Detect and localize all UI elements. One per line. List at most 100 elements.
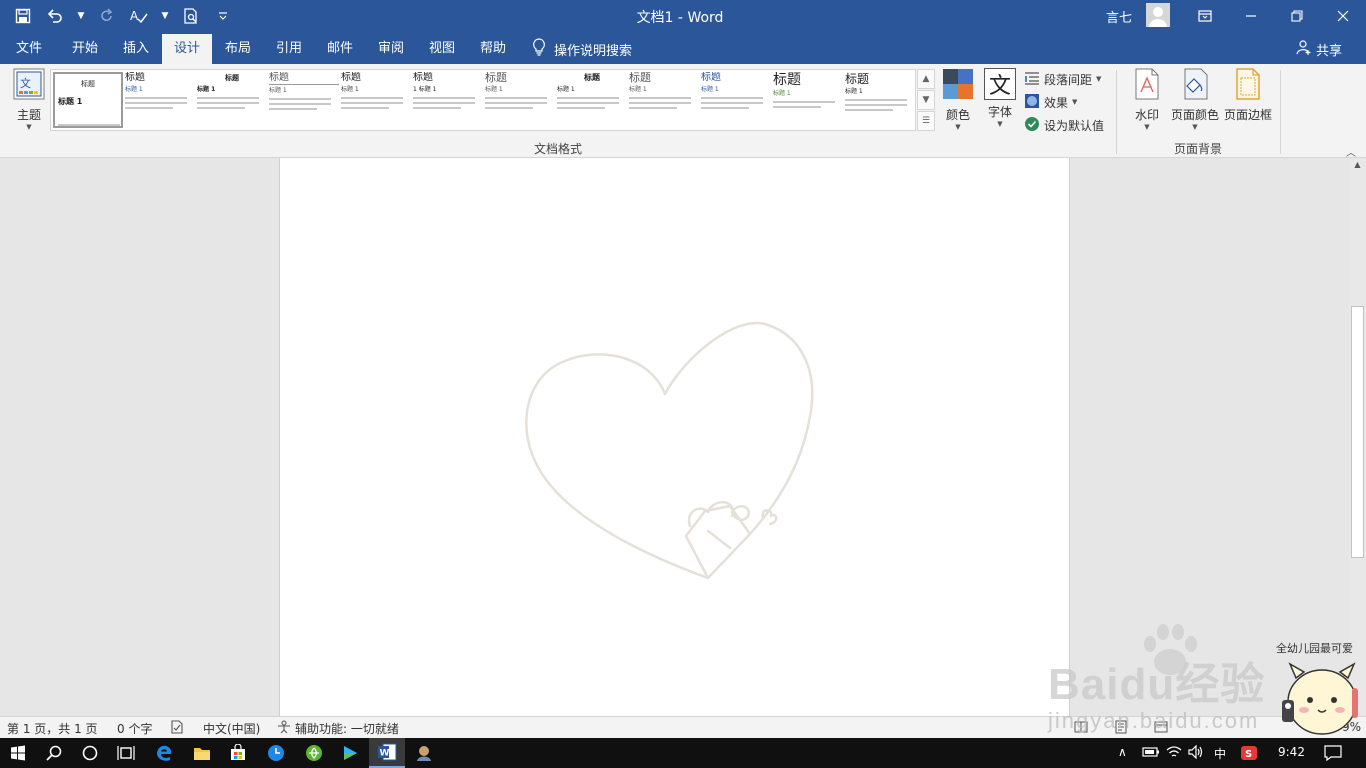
heart-watermark-image bbox=[525, 321, 814, 580]
gallery-scroll-up-icon[interactable]: ▲ bbox=[917, 69, 935, 89]
ime-indicator[interactable]: 中 bbox=[1214, 745, 1226, 762]
undo-icon[interactable] bbox=[42, 4, 68, 28]
tab-design[interactable]: 设计 bbox=[162, 34, 212, 64]
theme-colors-icon bbox=[942, 68, 974, 103]
file-explorer-icon[interactable] bbox=[184, 738, 220, 768]
battery-icon[interactable] bbox=[1142, 745, 1160, 762]
watermark-tag: 全幼儿园最可爱 bbox=[1276, 642, 1353, 655]
style-set-item[interactable]: 标题 标题 1 bbox=[197, 72, 267, 128]
style-set-text-line bbox=[197, 102, 259, 104]
theme-fonts-button[interactable]: 文 字体 ▼ bbox=[980, 68, 1020, 128]
svg-text:A: A bbox=[130, 9, 139, 23]
style-set-text-line bbox=[341, 97, 403, 99]
word-count[interactable]: 0 个字 bbox=[117, 720, 152, 737]
tab-help[interactable]: 帮助 bbox=[468, 34, 518, 64]
media-player-icon[interactable] bbox=[332, 738, 368, 768]
style-set-text-line bbox=[557, 107, 605, 109]
page-borders-button[interactable]: 页面边框 bbox=[1222, 68, 1274, 123]
sogou-ime-icon[interactable]: S bbox=[1240, 745, 1258, 764]
style-set-item[interactable]: 标题 标题 1 bbox=[845, 72, 915, 128]
style-set-item[interactable]: 标题 标题 1 bbox=[485, 72, 555, 128]
search-icon[interactable] bbox=[36, 738, 72, 768]
proofing-icon[interactable] bbox=[170, 720, 184, 737]
app-icon[interactable] bbox=[406, 738, 442, 768]
style-set-item[interactable]: 标题 标题 1 bbox=[629, 72, 699, 128]
print-preview-icon[interactable] bbox=[178, 4, 204, 28]
account-name[interactable]: 言七 bbox=[1106, 7, 1132, 26]
style-set-item[interactable]: 标题 标题 1 bbox=[269, 72, 339, 128]
wifi-icon[interactable] bbox=[1166, 745, 1182, 762]
avatar[interactable] bbox=[1146, 3, 1170, 27]
style-set-item[interactable]: 标题 1 标题 1 bbox=[413, 72, 483, 128]
collapse-ribbon-icon[interactable]: ︿ bbox=[1346, 144, 1356, 159]
tab-insert[interactable]: 插入 bbox=[112, 34, 160, 64]
browser-icon[interactable] bbox=[296, 738, 332, 768]
windows-start-icon[interactable] bbox=[0, 738, 36, 768]
style-set-text-line bbox=[485, 107, 533, 109]
scroll-up-icon[interactable]: ▲ bbox=[1349, 160, 1366, 174]
tab-mailings[interactable]: 邮件 bbox=[316, 34, 364, 64]
spelling-dropdown-icon[interactable]: ▼ bbox=[158, 4, 172, 28]
quick-access-toolbar: ▼ A ▼ bbox=[10, 4, 236, 28]
share-button[interactable]: 共享 bbox=[1296, 34, 1342, 64]
redo-icon[interactable] bbox=[94, 4, 120, 28]
scrollbar-thumb[interactable] bbox=[1351, 306, 1364, 558]
close-icon[interactable] bbox=[1320, 0, 1366, 32]
page-color-label: 页面颜色 bbox=[1170, 108, 1219, 122]
customize-qat-icon[interactable] bbox=[210, 4, 236, 28]
tab-references[interactable]: 引用 bbox=[264, 34, 314, 64]
tell-me-search[interactable]: 操作说明搜索 bbox=[532, 34, 632, 64]
minimize-icon[interactable] bbox=[1228, 0, 1274, 32]
style-set-item[interactable]: 标题 标题 1 bbox=[557, 72, 627, 128]
effects-label: 效果 bbox=[1044, 95, 1069, 110]
clock[interactable]: 9:42 bbox=[1278, 745, 1305, 759]
cortana-icon[interactable] bbox=[72, 738, 108, 768]
volume-icon[interactable] bbox=[1188, 744, 1204, 762]
restore-icon[interactable] bbox=[1274, 0, 1320, 32]
style-set-item[interactable]: 标题 标题 1 bbox=[773, 72, 843, 128]
style-set-item[interactable]: 标题 标题 1 bbox=[53, 72, 123, 128]
design-ribbon: 文 主题 ▼ 标题 标题 1 标题 标题 1 标题 标题 1 标题 标题 1 标… bbox=[0, 64, 1366, 159]
window-title: 文档1 - Word bbox=[560, 7, 800, 27]
word-window: ▼ A ▼ 文档1 - Word 言七 文件 开始 插入 设计 布局 引用 邮件… bbox=[0, 0, 1366, 768]
edge-icon[interactable] bbox=[146, 738, 182, 768]
tab-layout[interactable]: 布局 bbox=[214, 34, 262, 64]
theme-fonts-label: 字体 bbox=[987, 105, 1012, 119]
accessibility-status[interactable]: 辅助功能: 一切就绪 bbox=[295, 720, 399, 737]
spelling-icon[interactable]: A bbox=[126, 4, 152, 28]
tab-home[interactable]: 开始 bbox=[60, 34, 110, 64]
tab-file[interactable]: 文件 bbox=[6, 34, 52, 64]
document-formatting-group-label: 文档格式 bbox=[534, 142, 583, 156]
tray-chevron-icon[interactable]: ∧ bbox=[1118, 745, 1127, 759]
page-background-group-label: 页面背景 bbox=[1174, 142, 1223, 156]
style-set-title: 标题 bbox=[81, 80, 95, 88]
style-set-item[interactable]: 标题 标题 1 bbox=[701, 72, 771, 128]
undo-dropdown-icon[interactable]: ▼ bbox=[74, 4, 88, 28]
style-set-item[interactable]: 标题 标题 1 bbox=[341, 72, 411, 128]
page-color-button[interactable]: 页面颜色 ▼ bbox=[1168, 68, 1222, 131]
paragraph-spacing-button[interactable]: 段落间距 ▼ bbox=[1024, 69, 1101, 89]
chevron-down-icon: ▼ bbox=[1072, 98, 1078, 106]
style-set-text-line bbox=[845, 99, 907, 101]
clock-app-icon[interactable] bbox=[258, 738, 294, 768]
word-icon[interactable]: W bbox=[369, 738, 405, 768]
set-as-default-button[interactable]: 设为默认值 bbox=[1024, 115, 1104, 135]
task-view-icon[interactable] bbox=[108, 738, 144, 768]
effects-button[interactable]: 效果 ▼ bbox=[1024, 92, 1077, 112]
themes-button[interactable]: 文 主题 ▼ bbox=[10, 68, 48, 131]
watermark-button[interactable]: 水印 ▼ bbox=[1128, 68, 1166, 131]
tab-review[interactable]: 审阅 bbox=[366, 34, 416, 64]
gallery-more-icon[interactable]: ☰ bbox=[917, 111, 935, 131]
language-indicator[interactable]: 中文(中国) bbox=[203, 720, 260, 737]
style-set-item[interactable]: 标题 标题 1 bbox=[125, 72, 195, 128]
document-page[interactable] bbox=[279, 158, 1070, 716]
ribbon-display-options-icon[interactable] bbox=[1182, 0, 1228, 32]
action-center-icon[interactable] bbox=[1324, 745, 1342, 764]
style-set-heading: 标题 1 bbox=[58, 97, 83, 106]
save-icon[interactable] bbox=[10, 4, 36, 28]
gallery-scroll-down-icon[interactable]: ▼ bbox=[917, 90, 935, 110]
store-icon[interactable] bbox=[220, 738, 256, 768]
theme-colors-button[interactable]: 颜色 ▼ bbox=[938, 68, 978, 131]
page-count[interactable]: 第 1 页，共 1 页 bbox=[7, 720, 98, 737]
tab-view[interactable]: 视图 bbox=[418, 34, 466, 64]
